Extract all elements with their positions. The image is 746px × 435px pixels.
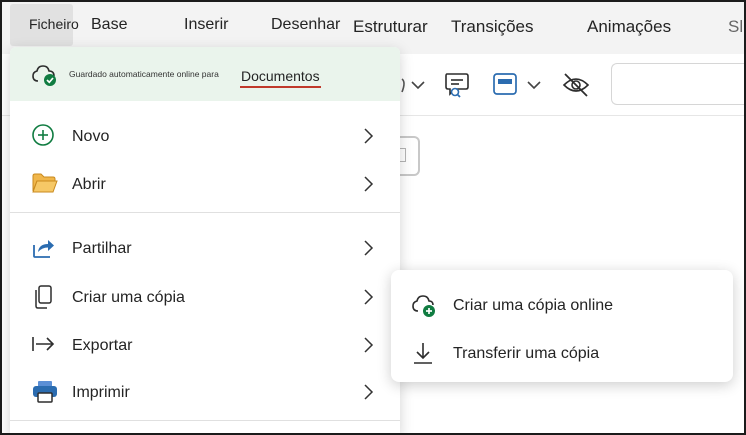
menu-item-export[interactable]: Exportar — [10, 322, 400, 368]
plus-circle-icon — [31, 123, 57, 149]
menu-item-new-label: Novo — [72, 128, 110, 145]
tab-insert[interactable]: Inserir — [184, 16, 228, 34]
submenu-item-download-copy[interactable]: Transferir uma cópia — [391, 330, 733, 376]
comment-search-icon[interactable] — [442, 70, 472, 105]
menu-item-create-copy[interactable]: Criar uma cópia — [10, 274, 400, 320]
autosave-location-link[interactable]: Documentos — [240, 68, 321, 88]
tab-animations[interactable]: Animações — [587, 17, 671, 37]
chevron-right-icon — [361, 288, 375, 311]
cloud-check-icon — [31, 63, 59, 92]
folder-icon — [31, 171, 58, 197]
printer-icon — [31, 379, 57, 405]
ribbon-tab-bar: Ficheiro Base Inserir Desenhar Estrutura… — [0, 0, 746, 54]
menu-divider — [10, 420, 400, 421]
layout-icon[interactable] — [491, 70, 547, 105]
toolbar-search-box[interactable] — [611, 63, 746, 105]
hide-icon[interactable] — [561, 70, 591, 105]
tab-home[interactable]: Base — [91, 16, 127, 34]
file-menu: Guardado automaticamente online para Doc… — [10, 47, 400, 435]
menu-item-create-copy-label: Criar uma cópia — [72, 289, 185, 306]
menu-item-export-label: Exportar — [72, 337, 133, 354]
tab-file[interactable]: Ficheiro — [10, 4, 79, 46]
menu-item-share[interactable]: Partilhar — [10, 225, 400, 271]
submenu-item-online-copy-label: Criar uma cópia online — [453, 297, 614, 314]
menu-item-print[interactable]: Imprimir — [10, 369, 400, 415]
tab-design[interactable]: Estruturar — [353, 17, 428, 37]
copy-icon — [31, 284, 57, 310]
chevron-right-icon — [361, 383, 375, 406]
menu-item-share-label: Partilhar — [72, 240, 132, 257]
share-icon — [31, 235, 57, 261]
menu-item-new[interactable]: Novo — [10, 113, 400, 159]
cloud-add-icon — [411, 292, 439, 320]
submenu-item-download-copy-label: Transferir uma cópia — [453, 345, 600, 362]
partial-dropdown-icon[interactable] — [400, 70, 430, 105]
tab-transitions[interactable]: Transições — [451, 17, 534, 37]
tab-slideshow[interactable]: Sl — [728, 17, 743, 37]
menu-item-open-label: Abrir — [72, 176, 106, 193]
chevron-right-icon — [361, 127, 375, 150]
chevron-right-icon — [361, 175, 375, 198]
chevron-right-icon — [361, 336, 375, 359]
chevron-right-icon — [361, 239, 375, 262]
tab-draw[interactable]: Desenhar — [271, 16, 340, 34]
autosave-banner: Guardado automaticamente online para Doc… — [10, 47, 400, 101]
autosave-label: Guardado automaticamente online para — [69, 69, 219, 79]
export-arrow-icon — [31, 332, 57, 358]
download-icon — [411, 340, 439, 368]
menu-item-print-label: Imprimir — [72, 384, 130, 401]
menu-divider — [10, 212, 400, 213]
menu-item-open[interactable]: Abrir — [10, 161, 400, 207]
create-copy-submenu: Criar uma cópia online Transferir uma có… — [391, 270, 733, 382]
submenu-item-online-copy[interactable]: Criar uma cópia online — [391, 282, 733, 328]
